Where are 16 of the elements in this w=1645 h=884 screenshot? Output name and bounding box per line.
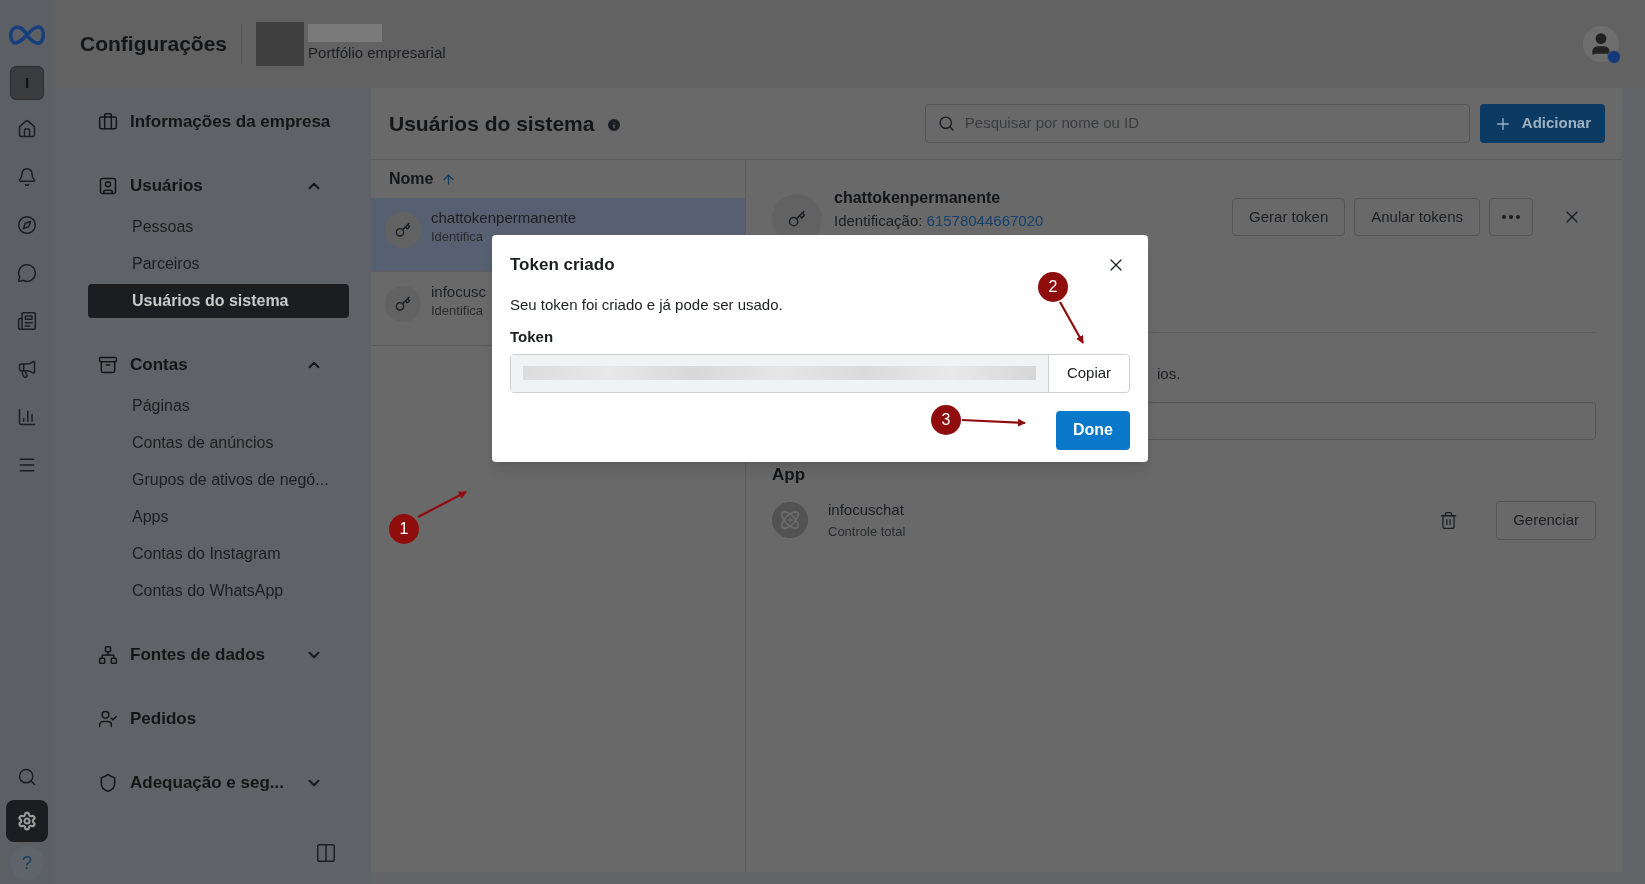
user-id-label: Identifica <box>431 228 485 246</box>
user-name: chattokenpermanente <box>431 208 577 227</box>
section-title: Usuários do sistema <box>389 110 595 137</box>
app-heading: App <box>772 463 807 486</box>
user-id-label: Identifica <box>431 302 485 320</box>
user-name: infocusc <box>431 282 487 301</box>
app-name: infocuschat <box>828 500 905 520</box>
dialog-message: Seu token foi criado e já pode ser usado. <box>510 294 784 315</box>
portfolio-subtitle: Portfólio empresarial <box>308 42 446 63</box>
user-id: Identificação: 61578044667020 <box>834 211 1044 231</box>
app-access-level: Controle total <box>828 522 906 541</box>
user-name: chattokenpermanente <box>834 188 1002 208</box>
token-label: Token <box>510 327 555 347</box>
description-text: ios. <box>1157 364 1181 384</box>
dialog-title: Token criado <box>510 254 615 276</box>
page-title: Configurações <box>80 31 228 58</box>
